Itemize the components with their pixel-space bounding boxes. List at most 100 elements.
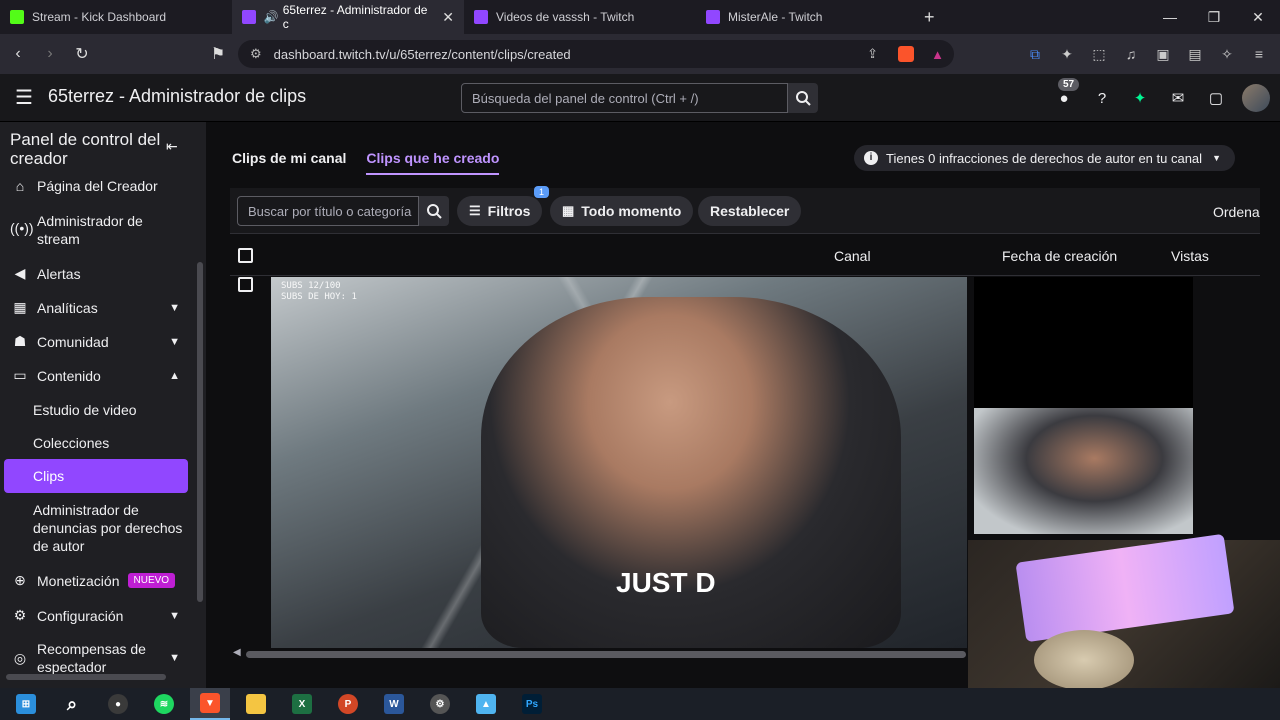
tab-label: 65terrez - Administrador de c <box>282 3 428 31</box>
sidebar-item-content[interactable]: ▭ Contenido ▲ <box>0 367 190 384</box>
url-text: dashboard.twitch.tv/u/65terrez/content/c… <box>273 46 571 62</box>
tab-clips-i-created[interactable]: Clips que he creado <box>366 150 500 175</box>
brave-icon[interactable]: ▼ <box>190 688 230 720</box>
capcut-icon[interactable]: ▲ <box>466 688 506 720</box>
search-icon[interactable] <box>788 83 818 113</box>
select-all-checkbox[interactable] <box>238 248 253 263</box>
back-icon[interactable]: ‹ <box>4 40 32 68</box>
music-icon[interactable]: ♫ <box>1120 40 1142 68</box>
table-header: Canal Fecha de creación Vistas <box>230 236 1260 276</box>
extensions-icon[interactable]: ✦ <box>1056 40 1078 68</box>
column-created-date[interactable]: Fecha de creación <box>1002 248 1117 264</box>
leo-icon[interactable]: ✧ <box>1216 40 1238 68</box>
notifications-icon[interactable]: ● 57 <box>1052 78 1080 110</box>
inbox-icon[interactable]: ✉ <box>1166 86 1190 110</box>
start-icon[interactable]: ⊞ <box>6 688 46 720</box>
close-icon[interactable]: ✕ <box>1236 0 1280 34</box>
sidebar-item-label: Configuración <box>37 607 124 624</box>
sidebar-scrollbar[interactable] <box>197 262 203 602</box>
copyright-notice[interactable]: i Tienes 0 infracciones de derechos de a… <box>854 145 1235 171</box>
forward-icon[interactable]: › <box>36 40 64 68</box>
clips-tabs: Clips de mi canal Clips que he creado <box>232 150 500 175</box>
chevron-down-icon: ▼ <box>1212 153 1221 163</box>
spotify-icon[interactable]: ≋ <box>144 688 184 720</box>
obs-icon[interactable]: ● <box>98 688 138 720</box>
chevron-down-icon: ▼ <box>169 301 180 314</box>
twitch-icon <box>474 10 488 24</box>
share-icon[interactable]: ⇪ <box>867 46 878 62</box>
content-icon: ▭ <box>13 367 27 383</box>
sidebar-subitem-video-studio[interactable]: Estudio de video <box>33 401 183 419</box>
menu-icon[interactable]: ☰ <box>12 86 36 110</box>
sort-dropdown[interactable]: Ordena <box>1213 204 1260 220</box>
column-views[interactable]: Vistas <box>1171 248 1209 264</box>
whispers-icon[interactable]: ▢ <box>1204 86 1228 110</box>
table-horizontal-scrollbar[interactable] <box>246 651 966 658</box>
clip-video-player[interactable]: SUBS 12/100 SUBS DE HOY: 1 JUST D <box>271 277 967 648</box>
time-range-button[interactable]: ▦ Todo momento <box>550 196 694 226</box>
brave-rewards-icon[interactable]: ▲ <box>931 47 944 62</box>
megaphone-icon: ◀ <box>14 265 26 281</box>
sidebar-item-stream-manager[interactable]: ((•)) Administrador de stream <box>0 212 190 248</box>
sidebar-icon[interactable]: ▣ <box>1152 40 1174 68</box>
sidebar-item-alerts[interactable]: ◀ Alertas <box>0 265 190 282</box>
time-range-label: Todo momento <box>581 203 682 219</box>
translate-icon[interactable]: ⧉ <box>1024 40 1046 68</box>
search-icon[interactable] <box>419 196 449 226</box>
search-icon[interactable]: ⌕ <box>52 688 92 720</box>
topnav-icons: ● 57 ? ✦ ✉ ▢ <box>1052 78 1270 112</box>
avatar[interactable] <box>1242 84 1270 112</box>
close-tab-icon[interactable]: ✕ <box>442 9 454 26</box>
creator-sidebar: Panel de control del creador ⇤ ⌂ Página … <box>0 122 206 688</box>
screenshot-icon[interactable]: ⬚ <box>1088 40 1110 68</box>
collapse-sidebar-icon[interactable]: ⇤ <box>166 138 178 155</box>
sidebar-item-settings[interactable]: ⚙ Configuración ▼ <box>0 607 190 624</box>
file-explorer-icon[interactable] <box>236 688 276 720</box>
menu-icon[interactable]: ≡ <box>1248 40 1270 68</box>
column-channel[interactable]: Canal <box>834 248 871 264</box>
sidebar-item-label: Recompensas de espectador <box>37 641 146 675</box>
browser-tab[interactable]: Videos de vasssh - Twitch <box>464 0 696 34</box>
sidebar-horizontal-scrollbar[interactable] <box>6 674 166 680</box>
sparkle-icon[interactable]: ✦ <box>1128 86 1152 110</box>
sidebar-item-community[interactable]: ☗ Comunidad ▼ <box>0 333 190 350</box>
reset-button[interactable]: Restablecer <box>698 196 802 226</box>
sidebar-subitem-collections[interactable]: Colecciones <box>33 434 183 452</box>
address-bar[interactable]: ⚙ dashboard.twitch.tv/u/65terrez/content… <box>238 40 954 68</box>
word-icon[interactable]: W <box>374 688 414 720</box>
reload-icon[interactable]: ↻ <box>68 40 96 68</box>
brave-shield-icon[interactable] <box>898 46 914 62</box>
wallet-icon[interactable]: ▤ <box>1184 40 1206 68</box>
photoshop-icon[interactable]: Ps <box>512 688 552 720</box>
browser-tab-active[interactable]: 🔊 65terrez - Administrador de c ✕ <box>232 0 464 34</box>
sidebar-subitem-clips[interactable]: Clips <box>4 459 188 493</box>
dashboard-search-input[interactable]: Búsqueda del panel de control (Ctrl + /) <box>461 83 788 113</box>
sidebar-item-monetization[interactable]: ⊕ Monetización NUEVO <box>0 572 190 589</box>
site-settings-icon[interactable]: ⚙ <box>250 46 262 62</box>
sidebar-item-analytics[interactable]: ▦ Analíticas ▼ <box>0 299 190 316</box>
clip-thumbnail[interactable] <box>974 408 1193 534</box>
help-icon[interactable]: ? <box>1090 86 1114 110</box>
browser-tab[interactable]: Stream - Kick Dashboard <box>0 0 232 34</box>
broadcast-icon: ((•)) <box>10 220 34 236</box>
sidebar-item-viewer-rewards[interactable]: ◎ Recompensas de espectador ▼ <box>0 640 190 676</box>
filters-count-badge: 1 <box>534 186 550 198</box>
sidebar-item-creator-page[interactable]: ⌂ Página del Creador <box>0 178 190 194</box>
browser-tab[interactable]: MisterAle - Twitch <box>696 0 928 34</box>
twitch-icon <box>242 10 256 24</box>
sidebar-heading: Panel de control del creador <box>10 130 161 168</box>
powerpoint-icon[interactable]: P <box>328 688 368 720</box>
clip-search-input[interactable]: Buscar por título o categoría <box>237 196 419 226</box>
video-overlay-caption: SUBS 12/100 SUBS DE HOY: 1 <box>281 281 357 302</box>
settings-icon[interactable]: ⚙ <box>420 688 460 720</box>
minimize-icon[interactable]: — <box>1148 0 1192 34</box>
row-checkbox[interactable] <box>238 277 253 292</box>
sidebar-subitem-copyright-manager[interactable]: Administrador de denuncias por derechos … <box>33 501 183 555</box>
tab-my-channel-clips[interactable]: Clips de mi canal <box>232 150 346 175</box>
bookmark-icon[interactable]: ⚑ <box>204 40 232 68</box>
dashboard-topnav: ☰ 65terrez - Administrador de clips Búsq… <box>0 74 1280 122</box>
scroll-left-icon[interactable]: ◀ <box>233 647 241 658</box>
restore-icon[interactable]: ❐ <box>1192 0 1236 34</box>
excel-icon[interactable]: X <box>282 688 322 720</box>
filters-button[interactable]: ☰ Filtros <box>457 196 543 226</box>
